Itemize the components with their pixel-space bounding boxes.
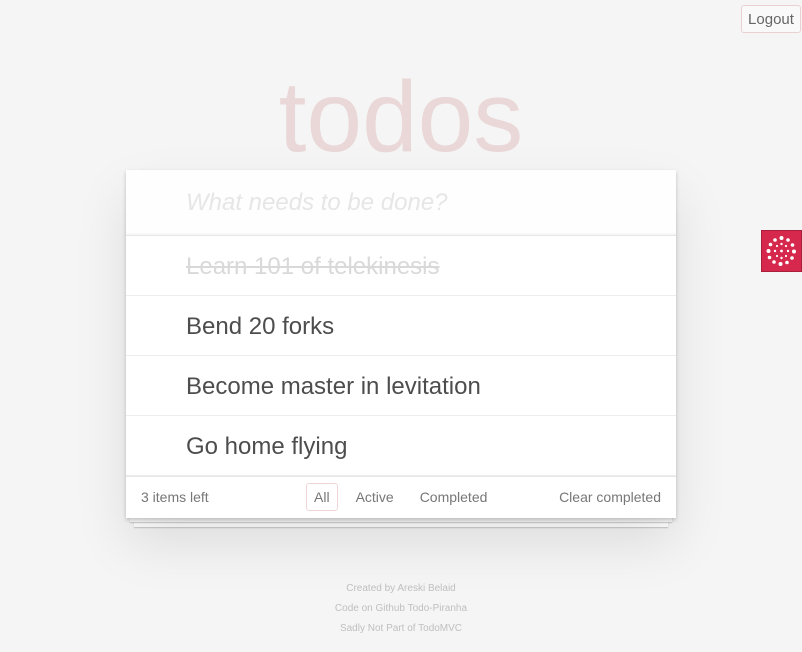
todo-item[interactable]: Bend 20 forks — [126, 296, 676, 356]
todo-item-label: Bend 20 forks — [186, 313, 335, 340]
logout-button[interactable]: Logout — [741, 5, 801, 33]
todo-app: Learn 101 of telekinesis Bend 20 forks B… — [126, 170, 676, 518]
todo-item[interactable]: Learn 101 of telekinesis — [126, 236, 676, 296]
todo-footer: 3 items left All Active Completed Clear … — [126, 476, 676, 518]
filter-bar: All Active Completed — [306, 483, 495, 511]
new-todo-input[interactable] — [126, 170, 676, 236]
github-link[interactable]: Code on Github Todo-Piranha — [0, 599, 802, 619]
clear-completed-button[interactable]: Clear completed — [559, 477, 661, 518]
todo-item-label: Go home flying — [186, 433, 348, 460]
todo-item[interactable]: Go home flying — [126, 416, 676, 476]
todo-item-label: Become master in levitation — [186, 373, 481, 400]
filter-completed[interactable]: Completed — [412, 483, 496, 511]
floating-widget-button[interactable] — [761, 230, 802, 272]
app-title: todos — [278, 61, 524, 173]
todo-item[interactable]: Become master in levitation — [126, 356, 676, 416]
items-left-count: 3 items left — [141, 489, 209, 505]
stack-decoration-bottom — [134, 522, 668, 527]
todomvc-note: Sadly Not Part of TodoMVC — [339, 623, 463, 634]
credits-text: Created by Areski Belaid — [346, 583, 456, 594]
dotted-circle-logo-icon — [766, 236, 796, 266]
filter-all[interactable]: All — [306, 483, 338, 511]
todo-item-label: Learn 101 of telekinesis — [186, 253, 440, 280]
todo-list: Learn 101 of telekinesis Bend 20 forks B… — [126, 236, 676, 476]
filter-active[interactable]: Active — [348, 483, 402, 511]
info-footer: Created by Areski Belaid Code on Github … — [0, 579, 802, 639]
